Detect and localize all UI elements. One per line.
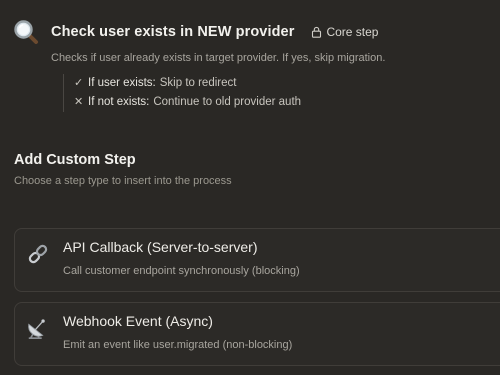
lock-icon — [312, 26, 322, 38]
step-description: Checks if user already exists in target … — [51, 52, 386, 64]
option-webhook-event[interactable]: Webhook Event (Async) Emit an event like… — [14, 302, 500, 366]
magnifier-icon — [12, 18, 40, 46]
satellite-dish-icon — [26, 316, 50, 340]
section-title: Add Custom Step — [14, 152, 136, 168]
option-api-callback[interactable]: API Callback (Server-to-server) Call cus… — [14, 228, 500, 292]
core-step: Check user exists in NEW provider Core s… — [12, 18, 500, 112]
branch-list: ✓ If user exists: Skip to redirect ✕ If … — [63, 74, 500, 112]
step-title: Check user exists in NEW provider — [51, 24, 295, 40]
cross-icon: ✕ — [74, 96, 84, 108]
branch-action: Skip to redirect — [159, 77, 237, 89]
branch-condition: If user exists: — [88, 77, 156, 89]
add-custom-step-section: Add Custom Step Choose a step type to in… — [14, 152, 232, 187]
option-title: Webhook Event (Async) — [63, 313, 213, 329]
check-icon: ✓ — [74, 77, 84, 89]
option-title: API Callback (Server-to-server) — [63, 239, 258, 255]
page: Check user exists in NEW provider Core s… — [0, 0, 500, 375]
core-step-badge: Core step — [311, 25, 378, 39]
link-icon — [26, 242, 50, 266]
section-subtitle: Choose a step type to insert into the pr… — [14, 175, 232, 187]
branch-not-exists: ✕ If not exists: Continue to old provide… — [74, 93, 500, 112]
step-header: Check user exists in NEW provider Core s… — [12, 18, 500, 46]
branch-action: Continue to old provider auth — [153, 96, 302, 108]
option-description: Emit an event like user.migrated (non-bl… — [63, 339, 293, 351]
badge-label: Core step — [326, 25, 379, 39]
branch-user-exists: ✓ If user exists: Skip to redirect — [74, 74, 500, 93]
option-description: Call customer endpoint synchronously (bl… — [63, 265, 300, 277]
branch-condition: If not exists: — [88, 96, 150, 108]
